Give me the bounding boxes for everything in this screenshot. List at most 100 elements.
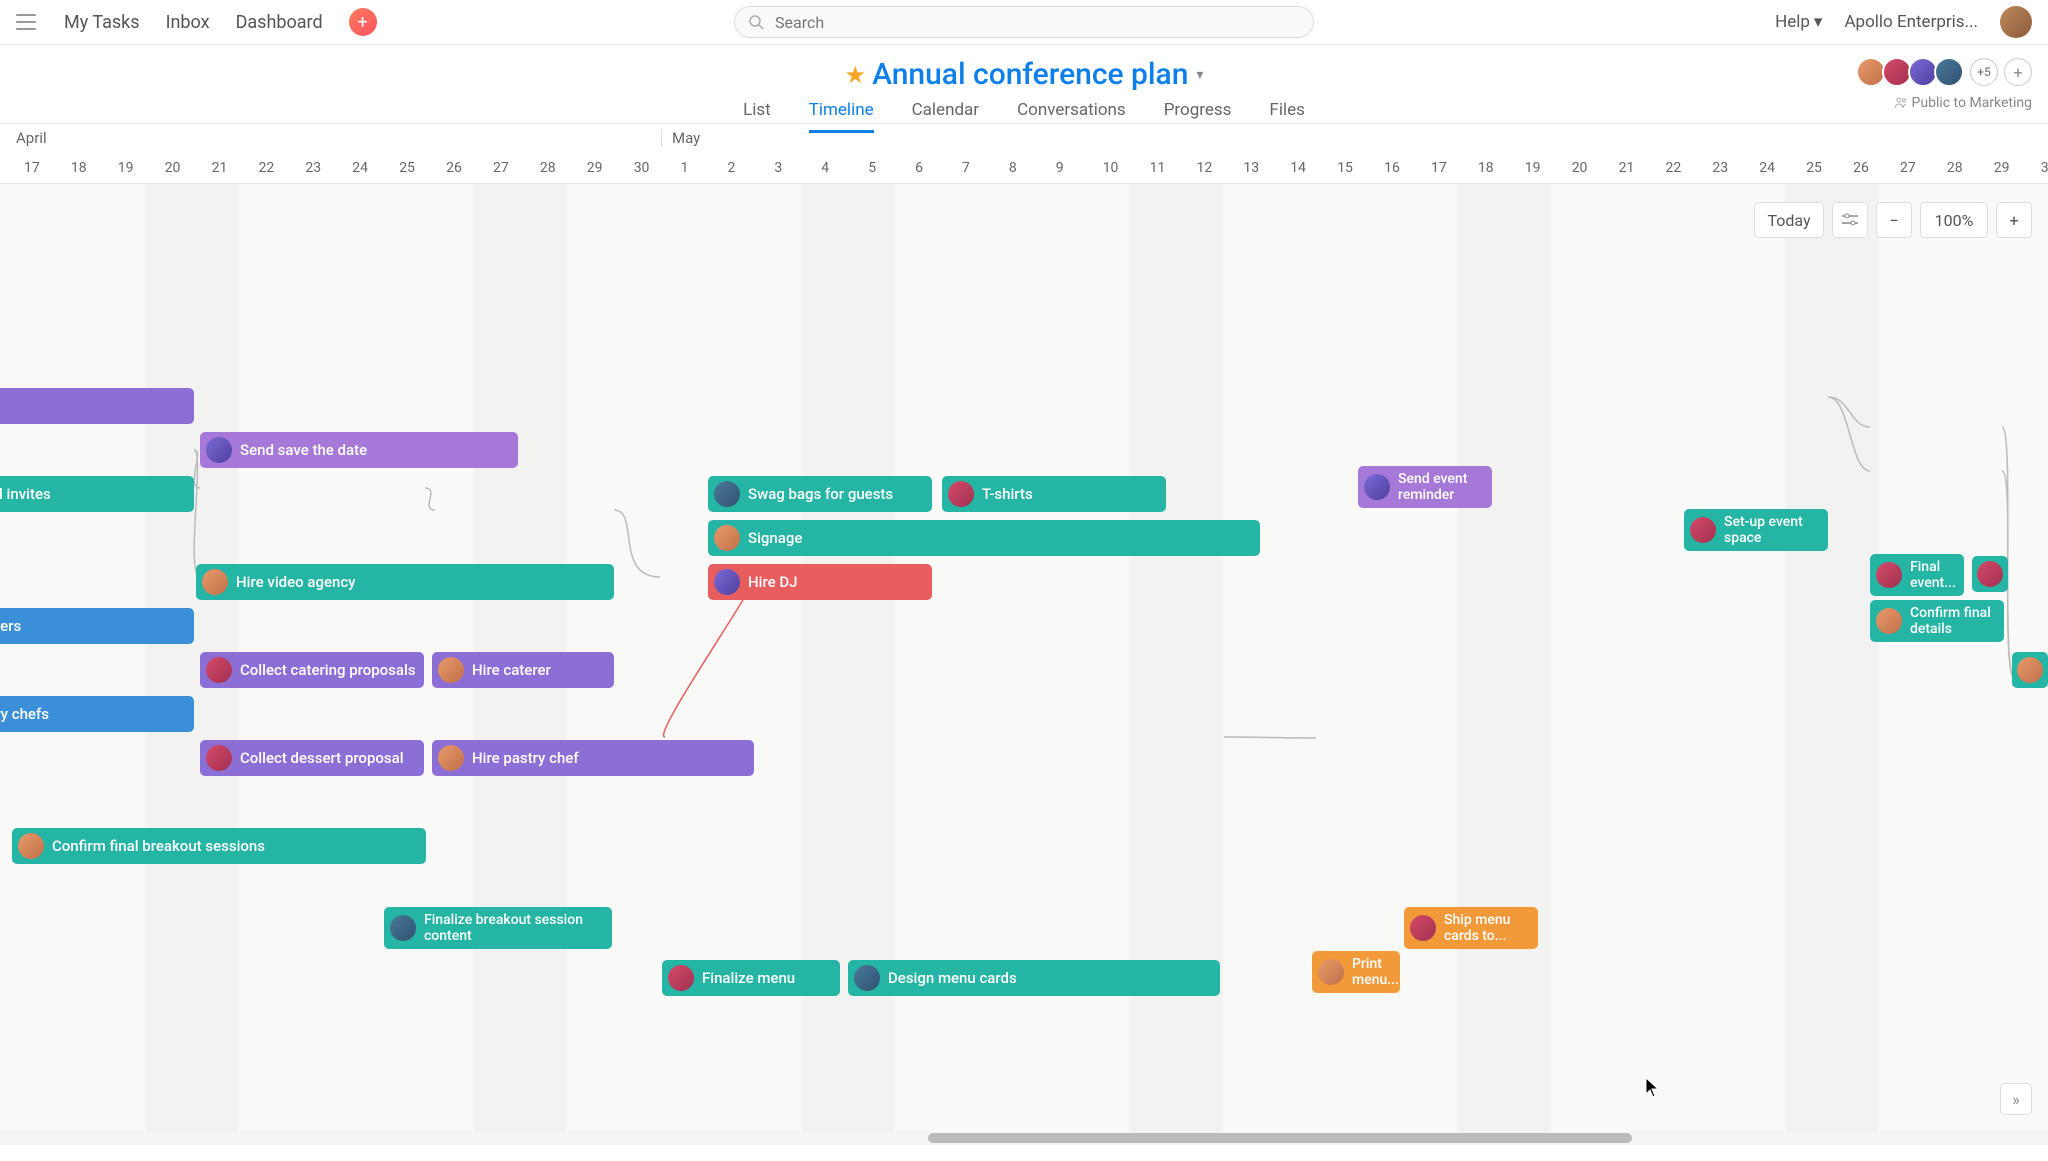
task-bar[interactable]: Hire caterer	[432, 652, 614, 688]
assignee-avatar	[206, 745, 232, 771]
timeline-days: 1718192021222324252627282930123456789101…	[0, 152, 2048, 184]
task-label: Swag bags for guests	[748, 485, 893, 503]
day-label: 25	[399, 160, 415, 176]
day-label: 23	[305, 160, 321, 176]
today-button[interactable]: Today	[1754, 202, 1824, 238]
zoom-in-button[interactable]: +	[1996, 202, 2032, 238]
assignee-avatar	[18, 833, 44, 859]
assignee-avatar	[714, 569, 740, 595]
task-bar[interactable]: ads	[0, 388, 194, 424]
task-label: Send save the date	[240, 441, 367, 459]
settings-icon[interactable]	[1832, 202, 1868, 238]
assignee-avatar	[714, 481, 740, 507]
assignee-avatar	[1410, 915, 1436, 941]
chevron-down-icon[interactable]: ▾	[1196, 67, 1203, 83]
user-avatar[interactable]	[2000, 6, 2032, 38]
day-label: 27	[493, 160, 509, 176]
task-bar[interactable]: Collect catering proposals	[200, 652, 424, 688]
task-label: Signage	[748, 529, 802, 547]
search-wrap	[734, 6, 1314, 38]
star-icon[interactable]: ★	[845, 61, 867, 89]
assignee-avatar	[668, 965, 694, 991]
chevron-down-icon: ▾	[1814, 12, 1823, 32]
menu-icon[interactable]	[16, 14, 36, 30]
day-label: 10	[1103, 160, 1119, 176]
assignee-avatar	[1318, 959, 1344, 985]
timeline-canvas[interactable]: Today − 100% + ads Send save the date em…	[0, 184, 2048, 1145]
month-label: May	[661, 129, 700, 147]
task-bar[interactable]: Swag bags for guests	[708, 476, 932, 512]
day-label: 9	[1056, 160, 1064, 176]
assignee-avatar	[714, 525, 740, 551]
task-bar[interactable]: Hire pastry chef	[432, 740, 754, 776]
horizontal-scrollbar[interactable]	[0, 1131, 2048, 1145]
assignee-avatar	[1690, 517, 1716, 543]
org-name[interactable]: Apollo Enterpris...	[1844, 12, 1978, 32]
task-bar[interactable]: Confirm final breakout sessions	[12, 828, 426, 864]
task-bar[interactable]: Hire video agency	[196, 564, 614, 600]
people-icon	[1894, 96, 1908, 110]
project-title-row: ★ Annual conference plan ▾	[0, 45, 2048, 92]
cursor-icon	[1646, 1078, 1660, 1098]
day-label: 21	[1619, 160, 1635, 176]
scrollbar-thumb[interactable]	[928, 1133, 1632, 1143]
zoom-out-button[interactable]: −	[1876, 202, 1912, 238]
task-bar[interactable]: Finalize breakout session content	[384, 907, 612, 949]
task-bar[interactable]: Set-up event space	[1684, 509, 1828, 551]
task-bar[interactable]: Finalize menu	[662, 960, 840, 996]
task-bar[interactable]: Final event...	[1870, 554, 1964, 596]
assignee-avatar	[1977, 561, 2003, 587]
timeline-controls: Today − 100% +	[1754, 202, 2032, 238]
search-input[interactable]	[734, 6, 1314, 38]
quick-add-button[interactable]: +	[349, 8, 377, 36]
task-label: pastry chefs	[0, 705, 49, 723]
nav-inbox[interactable]: Inbox	[166, 12, 210, 33]
task-bar[interactable]: Signage	[708, 520, 1260, 556]
task-bar[interactable]: Send save the date	[200, 432, 518, 468]
search-icon	[748, 14, 764, 34]
day-label: 15	[1337, 160, 1353, 176]
project-privacy[interactable]: Public to Marketing	[1894, 95, 2032, 111]
task-bar[interactable]: caterers	[0, 608, 194, 644]
task-label: Finalize menu	[702, 969, 795, 987]
timeline-header: April May 171819202122232425262728293012…	[0, 124, 2048, 184]
day-label: 5	[868, 160, 876, 176]
nav-my-tasks[interactable]: My Tasks	[64, 12, 140, 33]
day-label: 4	[821, 160, 829, 176]
task-bar[interactable]	[1972, 556, 2008, 592]
member-avatar[interactable]	[1934, 57, 1964, 87]
task-bar[interactable]: Ship menu cards to...	[1404, 907, 1538, 949]
task-bar[interactable]: email invites	[0, 476, 194, 512]
task-label: Ship menu cards to...	[1444, 912, 1532, 944]
task-label: Print menu...	[1352, 956, 1399, 988]
assignee-avatar	[202, 569, 228, 595]
task-bar[interactable]: Send event reminder	[1358, 466, 1492, 508]
day-label: 22	[259, 160, 275, 176]
nav-dashboard[interactable]: Dashboard	[236, 12, 323, 33]
task-label: Confirm final breakout sessions	[52, 837, 265, 855]
task-bar[interactable]: T-shirts	[942, 476, 1166, 512]
day-label: 6	[915, 160, 923, 176]
task-label: T-shirts	[982, 485, 1033, 503]
task-bar[interactable]: pastry chefs	[0, 696, 194, 732]
task-bar[interactable]: Confirm final details	[1870, 600, 2004, 642]
task-label: Hire caterer	[472, 661, 551, 679]
task-bar[interactable]: Collect dessert proposal	[200, 740, 424, 776]
day-label: 29	[587, 160, 603, 176]
assignee-avatar	[2017, 657, 2043, 683]
month-label: April	[6, 129, 47, 147]
members-overflow[interactable]: +5	[1970, 58, 1998, 86]
project-title[interactable]: Annual conference plan	[872, 57, 1188, 92]
day-label: 29	[1994, 160, 2010, 176]
assignee-avatar	[438, 657, 464, 683]
add-member-button[interactable]: +	[2004, 58, 2032, 86]
help-menu[interactable]: Help▾	[1775, 12, 1822, 32]
project-members: +5 +	[1862, 57, 2032, 87]
expand-icon[interactable]: »	[2000, 1083, 2032, 1115]
task-bar[interactable]: Design menu cards	[848, 960, 1220, 996]
task-label: Hire video agency	[236, 573, 356, 591]
task-bar[interactable]	[2012, 652, 2048, 688]
day-label: 18	[71, 160, 87, 176]
task-bar[interactable]: Print menu...	[1312, 951, 1400, 993]
task-bar[interactable]: Hire DJ	[708, 564, 932, 600]
